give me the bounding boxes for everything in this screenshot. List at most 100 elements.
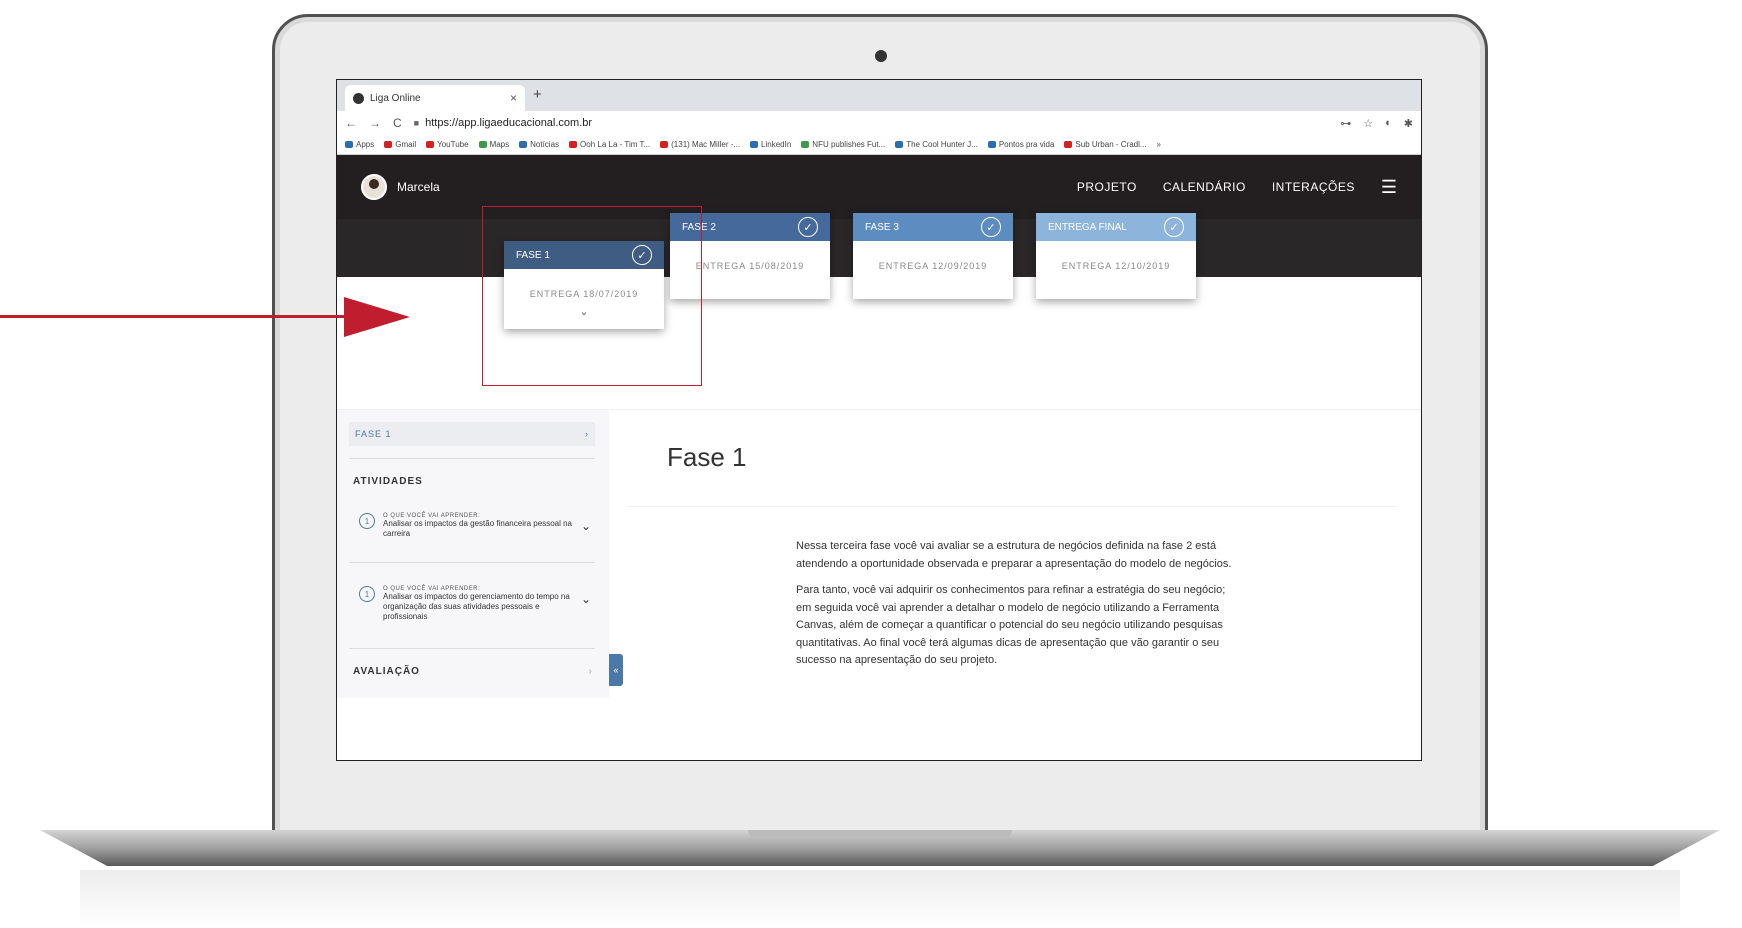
- divider: [349, 562, 595, 563]
- extension-icon[interactable]: ◐: [1385, 117, 1392, 130]
- bookmark-label: Pontos pra vida: [998, 140, 1055, 149]
- lock-icon: ■: [413, 118, 420, 128]
- divider: [349, 458, 595, 459]
- browser-tab[interactable]: Liga Online ×: [345, 85, 525, 111]
- bookmark-icon: [1064, 141, 1073, 148]
- bookmark-label: LinkedIn: [761, 140, 792, 149]
- phase-card-fase-3[interactable]: FASE 3 ✓ ENTREGA 12/09/2019: [853, 213, 1013, 299]
- phase-description: Nessa terceira fase você vai avaliar se …: [796, 538, 1240, 698]
- description-paragraph: Nessa terceira fase você vai avaliar se …: [796, 540, 1232, 570]
- bookmark-icon: [519, 141, 528, 148]
- bookmark-icon: [384, 141, 393, 148]
- bookmark-icon: [987, 141, 996, 148]
- new-tab-button[interactable]: +: [533, 86, 542, 103]
- close-tab-icon[interactable]: ×: [510, 91, 517, 105]
- reload-icon[interactable]: C: [393, 116, 402, 130]
- phase-due-date: ENTREGA 12/09/2019: [878, 261, 988, 271]
- address-bar: ← → C ■ https://app.ligaeducacional.com.b…: [337, 111, 1421, 135]
- bookmark-item[interactable]: Maps: [478, 140, 510, 149]
- user-name[interactable]: Marcela: [397, 180, 440, 194]
- forward-arrow-icon[interactable]: →: [369, 116, 381, 130]
- bookmark-item[interactable]: Sub Urban - Cradl...: [1064, 140, 1147, 149]
- activity-number: 1: [359, 513, 375, 529]
- bookmark-label: Notícias: [530, 140, 560, 149]
- bookmark-star-icon[interactable]: ☆: [1363, 117, 1373, 130]
- hamburger-menu-icon[interactable]: ☰: [1381, 177, 1397, 198]
- activity-item-2[interactable]: 1 O QUE VOCÊ VAI APRENDER: Analisar os i…: [359, 586, 591, 622]
- bookmark-item[interactable]: The Cool Hunter J...: [895, 140, 978, 149]
- phase-due-date: ENTREGA 12/10/2019: [1061, 261, 1171, 271]
- activity-text: Analisar os impactos da gestão financeir…: [383, 519, 572, 538]
- check-icon: ✓: [798, 217, 818, 237]
- activity-item-1[interactable]: 1 O QUE VOCÊ VAI APRENDER: Analisar os i…: [359, 513, 591, 539]
- bookmark-item[interactable]: Apps: [345, 140, 374, 149]
- bookmark-label: The Cool Hunter J...: [906, 140, 978, 149]
- phase-label: FASE 3: [865, 221, 899, 233]
- divider: [349, 648, 595, 649]
- check-icon: ✓: [981, 217, 1001, 237]
- laptop-screen: Liga Online × + ← → C ■ https://app.ligae…: [336, 79, 1422, 761]
- bookmark-item[interactable]: Gmail: [384, 140, 416, 149]
- chevron-right-icon: ›: [588, 666, 593, 677]
- puzzle-icon[interactable]: ✱: [1404, 117, 1413, 130]
- evaluation-item[interactable]: AVALIAÇÃO ›: [353, 666, 593, 677]
- bookmark-icon: [660, 141, 669, 148]
- activity-text: Analisar os impactos do gerenciamento do…: [383, 592, 570, 621]
- avatar[interactable]: [361, 174, 387, 200]
- annotation-arrow-line: [0, 315, 360, 318]
- bookmark-icon: [478, 141, 487, 148]
- url-text: https://app.ligaeducacional.com.br: [425, 117, 593, 129]
- evaluation-title: AVALIAÇÃO: [353, 666, 420, 677]
- bookmark-icon: [801, 141, 810, 148]
- phase-head: ENTREGA FINAL ✓: [1036, 213, 1196, 241]
- bookmark-item[interactable]: LinkedIn: [750, 140, 791, 149]
- bookmark-icon: [895, 141, 904, 148]
- divider: [627, 506, 1397, 507]
- bookmark-item[interactable]: Ooh La La - Tim T...: [569, 140, 650, 149]
- bookmark-label: YouTube: [437, 140, 469, 149]
- bookmark-item[interactable]: Notícias: [519, 140, 559, 149]
- sidebar-phase-item[interactable]: FASE 1 ›: [349, 422, 595, 446]
- bookmark-label: Gmail: [395, 140, 417, 149]
- bookmark-label: NFU publishes Fut...: [812, 140, 886, 149]
- collapse-sidebar-button[interactable]: «: [609, 654, 623, 686]
- bookmark-label: Apps: [356, 140, 375, 149]
- phase-head: FASE 3 ✓: [853, 213, 1013, 241]
- bookmarks-bar: Apps Gmail YouTube Maps Notícias Ooh La La - …: [337, 135, 1421, 155]
- bookmark-label: Sub Urban - Cradl...: [1075, 140, 1147, 149]
- bookmark-item[interactable]: (131) Mac Miller -...: [660, 140, 740, 149]
- bookmark-item[interactable]: YouTube: [426, 140, 469, 149]
- nav-projeto[interactable]: PROJETO: [1077, 180, 1137, 194]
- bookmarks-more-icon[interactable]: »: [1157, 140, 1161, 149]
- check-icon: ✓: [1164, 217, 1184, 237]
- bookmark-label: (131) Mac Miller -...: [671, 140, 741, 149]
- laptop-hinge: [748, 830, 1012, 839]
- phase-card-entrega-final[interactable]: ENTREGA FINAL ✓ ENTREGA 12/10/2019: [1036, 213, 1196, 299]
- bookmark-icon: [345, 141, 353, 148]
- key-icon[interactable]: ⊶: [1340, 117, 1351, 130]
- content-area: FASE 1 › ATIVIDADES 1 O QUE VOCÊ VAI APR…: [337, 409, 1421, 698]
- bookmark-label: Maps: [489, 140, 510, 149]
- bookmark-icon: [750, 141, 759, 148]
- activity-number: 1: [359, 586, 375, 602]
- bookmark-label: Ooh La La - Tim T...: [580, 140, 651, 149]
- chevron-right-icon: ›: [585, 429, 589, 439]
- sidebar-phase-label: FASE 1: [355, 429, 392, 439]
- chevron-down-icon[interactable]: ⌄: [581, 519, 591, 539]
- description-paragraph: Para tanto, você vai adquirir os conheci…: [796, 584, 1226, 666]
- table-reflection: [80, 870, 1680, 928]
- tab-title: Liga Online: [370, 92, 421, 104]
- activities-title: ATIVIDADES: [353, 476, 423, 487]
- bookmark-item[interactable]: Pontos pra vida: [987, 140, 1055, 149]
- highlight-box: [482, 206, 702, 386]
- back-arrow-icon[interactable]: ←: [345, 116, 357, 130]
- bookmark-item[interactable]: NFU publishes Fut...: [801, 140, 885, 149]
- annotation-arrow-head: [344, 297, 410, 337]
- url-field[interactable]: ■ https://app.ligaeducacional.com.br: [414, 117, 1329, 129]
- favicon-icon: [353, 92, 364, 104]
- nav-calendario[interactable]: CALENDÁRIO: [1163, 180, 1246, 194]
- browser-tab-bar: Liga Online × +: [337, 80, 1421, 111]
- chevron-down-icon[interactable]: ⌄: [581, 592, 591, 622]
- nav-interacoes[interactable]: INTERAÇÕES: [1272, 180, 1355, 194]
- bookmark-icon: [426, 141, 435, 148]
